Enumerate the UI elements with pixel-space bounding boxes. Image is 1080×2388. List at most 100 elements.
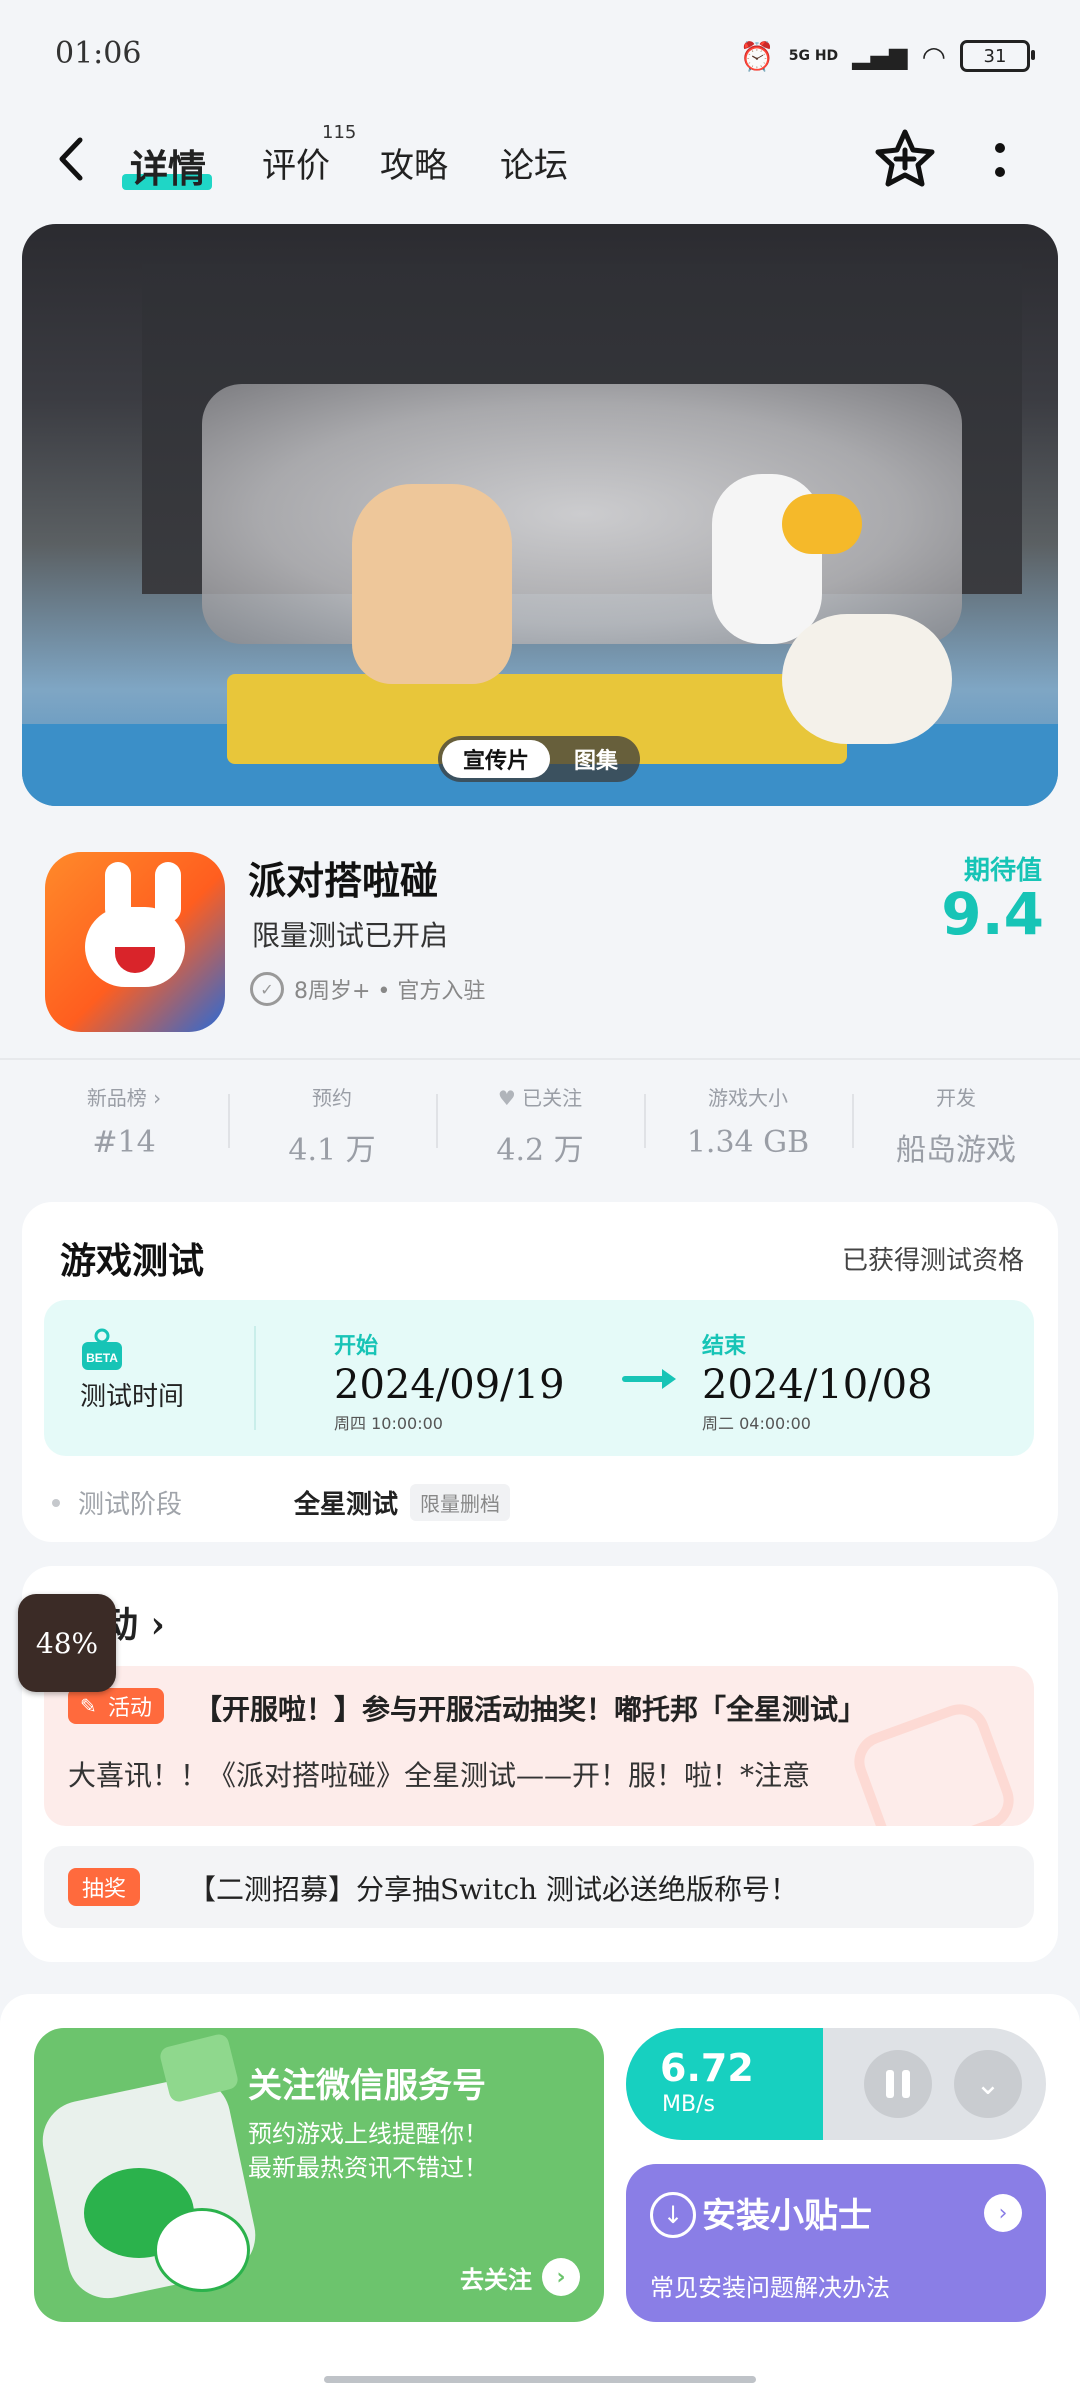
hero-duck-beak xyxy=(782,494,862,554)
activity-tag: ✎ 活动 xyxy=(68,1688,165,1724)
game-meta-text: 8周岁+ • 官方入驻 xyxy=(294,979,486,1004)
start-weekday: 周四 10:00:00 xyxy=(334,1414,443,1433)
game-icon xyxy=(45,852,225,1032)
heart-check-icon: ♥ xyxy=(497,1086,516,1110)
activity-item[interactable]: 抽奖 【二测招募】分享抽Switch 测试必送绝版称号！ xyxy=(44,1846,1034,1928)
end-tag: 结束 xyxy=(702,1334,747,1359)
chevron-right-icon[interactable]: › xyxy=(984,2194,1022,2232)
lottery-tag: 抽奖 xyxy=(68,1868,141,1906)
end-weekday: 周二 04:00:00 xyxy=(702,1414,811,1433)
test-qualification: 已获得测试资格 xyxy=(841,1246,1024,1276)
start-date: 2024/09/19 xyxy=(334,1362,565,1408)
tab-forum[interactable]: 论坛 xyxy=(500,138,568,187)
wechat-title: 关注微信服务号 xyxy=(248,2066,486,2106)
start-tag: 开始 xyxy=(334,1334,379,1359)
stats-row: 新品榜 › #14 预约 4.1 万 ♥ 已关注 4.2 万 游戏大小 1.34… xyxy=(20,1070,1060,1180)
network-label: 5G HD xyxy=(788,48,839,64)
flame-icon: ✎ xyxy=(80,1694,97,1718)
test-time-label: 测试时间 xyxy=(80,1382,185,1412)
add-to-collection-icon[interactable] xyxy=(874,128,936,190)
stat-developer[interactable]: 开发 船岛游戏 xyxy=(852,1070,1060,1180)
tab-detail[interactable]: 详情 xyxy=(130,138,206,193)
activity-desc: 大喜讯！！《派对搭啦碰》全星测试——开！服！啦！*注意 xyxy=(68,1759,811,1792)
status-icons: ⏰ 5G HD ▂▄▆ ◠ 31 xyxy=(739,36,1035,76)
test-end: 结束 2024/10/08 周二 04:00:00 xyxy=(702,1328,933,1434)
more-icon[interactable] xyxy=(992,138,1008,182)
stat-rank[interactable]: 新品榜 › #14 xyxy=(20,1070,228,1180)
stat-label: 开发 xyxy=(936,1086,976,1110)
status-bar: 01:06 ⏰ 5G HD ▂▄▆ ◠ 31 xyxy=(0,0,1080,110)
wechat-follow-card[interactable]: 关注微信服务号 预约游戏上线提醒你！ 最新最热资讯不错过！ 去关注 › xyxy=(34,2028,604,2322)
expect-value: 9.4 xyxy=(941,880,1044,948)
stat-value: 船岛游戏 xyxy=(896,1133,1016,1168)
hero-character-hamster xyxy=(352,484,512,684)
beta-badge-text: BETA xyxy=(86,1351,118,1365)
game-meta: ✓ 8周岁+ • 官方入驻 xyxy=(250,972,485,1006)
progress-percent: 48% xyxy=(35,1626,99,1660)
wechat-bubble-icon xyxy=(154,2208,250,2292)
end-date: 2024/10/08 xyxy=(702,1362,933,1408)
test-title: 游戏测试 xyxy=(60,1240,205,1282)
pause-icon xyxy=(886,2070,894,2098)
stat-label-text: 已关注 xyxy=(522,1086,583,1110)
stat-size: 游戏大小 1.34 GB xyxy=(644,1070,852,1180)
stat-label: 游戏大小 xyxy=(708,1086,788,1110)
activity-tag-label: 活动 xyxy=(108,1696,153,1721)
stat-label: 新品榜 › xyxy=(86,1086,162,1110)
wechat-subtitle: 预约游戏上线提醒你！ xyxy=(248,2120,488,2148)
arrow-right-icon xyxy=(622,1369,676,1389)
divider xyxy=(0,1058,1080,1060)
game-subtitle: 限量测试已开启 xyxy=(252,919,449,952)
divider xyxy=(254,1326,256,1430)
stat-value: 4.1 万 xyxy=(288,1133,376,1168)
wifi-icon: ◠ xyxy=(921,39,946,73)
download-unit: MB/s xyxy=(662,2092,715,2117)
beta-icon: BETA xyxy=(82,1328,122,1370)
activity-title: 【开服啦！】参与开服活动抽奖！嘟托邦「全星测试」 xyxy=(194,1693,867,1726)
test-start: 开始 2024/09/19 周四 10:00:00 xyxy=(334,1328,565,1434)
stat-value: 4.2 万 xyxy=(496,1133,584,1168)
hero-media[interactable] xyxy=(22,224,1058,806)
download-speed: 6.72 xyxy=(660,2046,754,2090)
pause-icon xyxy=(902,2070,910,2098)
tab-guide[interactable]: 攻略 xyxy=(380,138,448,187)
chevron-down-icon[interactable]: ⌄ xyxy=(954,2050,1022,2118)
back-icon[interactable] xyxy=(56,134,86,184)
stat-label: ♥ 已关注 xyxy=(436,1082,644,1111)
phase-value: 全星测试 xyxy=(294,1490,399,1520)
stat-follow[interactable]: ♥ 已关注 4.2 万 xyxy=(436,1070,644,1180)
install-tips-card[interactable]: ↓ 安装小贴士 › 常见安装问题解决办法 xyxy=(626,2164,1046,2322)
tips-title: 安装小贴士 xyxy=(702,2196,872,2236)
follow-label: 去关注 xyxy=(460,2265,532,2294)
stat-value: #14 xyxy=(92,1125,156,1160)
tips-subtitle: 常见安装问题解决办法 xyxy=(650,2274,890,2302)
battery-icon: 31 xyxy=(960,40,1035,72)
game-title: 派对搭啦碰 xyxy=(248,858,439,903)
bullet-dot xyxy=(52,1498,60,1507)
test-time-box: BETA 测试时间 开始 2024/09/19 周四 10:00:00 结束 2… xyxy=(44,1300,1034,1456)
stat-reserve: 预约 4.1 万 xyxy=(228,1070,436,1180)
gallery-button[interactable]: 图集 xyxy=(556,740,636,778)
download-bar[interactable]: 6.72 MB/s ⌄ xyxy=(626,2028,1046,2140)
activity-item[interactable]: ✎ 活动 【开服啦！】参与开服活动抽奖！嘟托邦「全星测试」 大喜讯！！《派对搭啦… xyxy=(44,1666,1034,1826)
hero-character-chick xyxy=(782,614,952,744)
follow-button[interactable]: 去关注 › xyxy=(460,2258,580,2296)
envelope-icon xyxy=(158,2032,240,2104)
chevron-right-icon: › xyxy=(542,2258,580,2296)
test-phase-row: 测试阶段 全星测试 限量删档 xyxy=(52,1484,511,1521)
home-indicator[interactable] xyxy=(324,2376,756,2383)
verified-check-icon: ✓ xyxy=(250,972,284,1006)
status-time: 01:06 xyxy=(55,36,142,71)
stat-label: 预约 xyxy=(312,1086,352,1110)
pause-button[interactable] xyxy=(864,2050,932,2118)
floating-download-progress[interactable]: 48% xyxy=(18,1594,116,1692)
activity-card: 动 › ✎ 活动 【开服啦！】参与开服活动抽奖！嘟托邦「全星测试」 大喜讯！！《… xyxy=(22,1566,1058,1962)
promo-video-button[interactable]: 宣传片 xyxy=(442,740,550,778)
phase-tag: 限量删档 xyxy=(410,1484,511,1521)
tab-review[interactable]: 评价 xyxy=(262,138,330,187)
phase-label: 测试阶段 xyxy=(78,1490,183,1520)
top-nav: 详情 评价 115 攻略 论坛 xyxy=(0,110,1080,220)
alarm-icon: ⏰ xyxy=(739,39,775,73)
review-count-badge: 115 xyxy=(322,122,357,143)
activity-title: 【二测招募】分享抽Switch 测试必送绝版称号！ xyxy=(188,1873,798,1906)
